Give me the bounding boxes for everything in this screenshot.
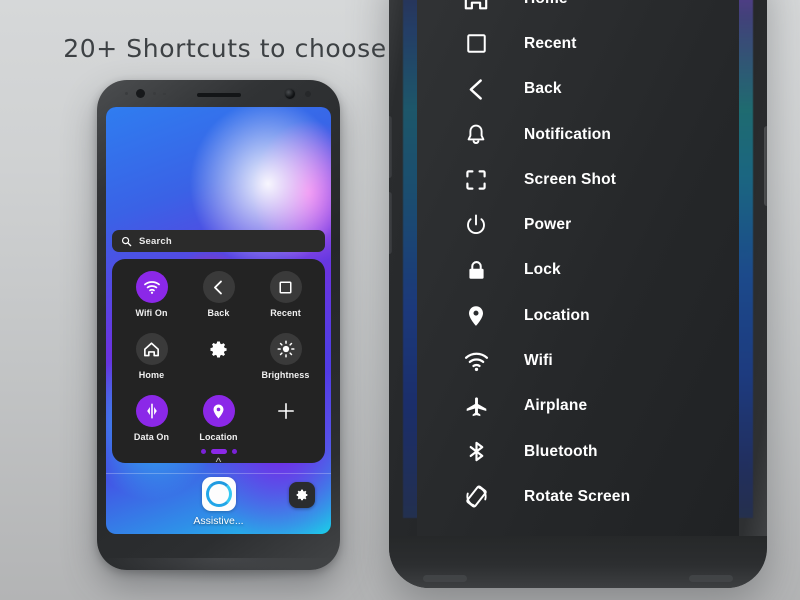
menu-item-label: Rotate Screen <box>524 487 631 505</box>
brightness-icon <box>269 333 302 365</box>
left-phone-top-bezel <box>97 80 340 107</box>
menu-item-home[interactable]: Home <box>417 0 739 21</box>
back-icon <box>461 77 491 102</box>
search-icon <box>121 236 132 246</box>
left-phone-mockup: Search Wifi On Back Recent Home Brightne… <box>97 80 340 584</box>
lock-icon <box>461 259 491 282</box>
menu-item-screen-shot[interactable]: Screen Shot <box>417 157 739 202</box>
shortcut-wifi-on[interactable]: Wifi On <box>118 271 185 329</box>
menu-item-location[interactable]: Location <box>417 293 739 338</box>
home-icon <box>461 0 491 12</box>
menu-item-back[interactable]: Back <box>417 67 739 112</box>
menu-item-label: Recent <box>524 34 577 52</box>
bell-icon <box>461 123 491 147</box>
settings-button[interactable] <box>289 482 315 508</box>
airplane-icon <box>461 394 491 419</box>
shortcut-label: Location <box>199 432 238 442</box>
shortcut-label: Data On <box>133 432 170 442</box>
menu-item-label: Screen Shot <box>524 170 617 188</box>
gear-icon <box>203 333 235 365</box>
recent-icon <box>461 32 491 55</box>
menu-item-label: Power <box>524 216 572 234</box>
left-phone-chin <box>97 534 340 570</box>
menu-item-label: Bluetooth <box>524 442 598 460</box>
search-input[interactable]: Search <box>112 230 325 252</box>
shortcuts-panel: Wifi On Back Recent Home Brightness Data… <box>112 259 325 463</box>
rotate-icon <box>461 484 491 509</box>
front-camera-icon <box>284 88 296 100</box>
search-placeholder: Search <box>139 235 172 247</box>
proximity-sensor-icon <box>136 89 145 98</box>
menu-item-label: Notification <box>524 125 612 143</box>
sensor-dot-icon <box>153 92 156 95</box>
shortcut-label: Recent <box>270 308 301 318</box>
wifi-icon <box>461 349 491 374</box>
shortcut-label: Wifi On <box>135 308 168 318</box>
sensor-dot-icon <box>163 92 166 95</box>
shortcut-label: Back <box>207 308 230 318</box>
back-icon <box>202 271 235 303</box>
wifi-icon <box>135 271 168 303</box>
home-icon <box>135 333 168 365</box>
shortcut-menu-list: Home Recent Back <box>417 0 739 520</box>
shortcut-home[interactable]: Home <box>118 333 185 391</box>
page-indicator[interactable] <box>112 449 325 454</box>
gear-icon <box>296 489 308 501</box>
power-icon <box>461 213 491 237</box>
right-phone-screen: Home Recent Back <box>417 0 739 536</box>
menu-item-label: Home <box>524 0 568 8</box>
sensor-dot-icon <box>305 91 311 97</box>
menu-item-label: Airplane <box>524 397 588 415</box>
shortcut-label: Brightness <box>261 370 310 380</box>
bluetooth-icon <box>461 440 491 463</box>
menu-item-label: Back <box>524 80 562 98</box>
page-dot[interactable] <box>200 449 206 454</box>
shortcuts-grid: Wifi On Back Recent Home Brightness Data… <box>118 271 319 453</box>
page-dot-active[interactable] <box>210 449 227 454</box>
shortcut-add[interactable] <box>252 395 319 453</box>
menu-item-recent[interactable]: Recent <box>417 21 739 66</box>
left-phone-screen: Search Wifi On Back Recent Home Brightne… <box>106 107 331 534</box>
location-icon <box>461 304 491 328</box>
power-button[interactable] <box>764 126 767 206</box>
menu-item-label: Lock <box>524 261 561 279</box>
bottom-pad <box>689 575 733 582</box>
shortcut-brightness[interactable]: Brightness <box>252 333 319 391</box>
shortcut-settings[interactable] <box>185 333 252 391</box>
shortcut-data-on[interactable]: Data On <box>118 395 185 453</box>
shortcut-back[interactable]: Back <box>185 271 252 329</box>
menu-item-rotate-screen[interactable]: Rotate Screen <box>417 474 739 519</box>
menu-item-lock[interactable]: Lock <box>417 248 739 293</box>
assistive-ring-icon[interactable] <box>201 477 236 511</box>
page-title: 20+ Shortcuts to choose <box>63 34 387 63</box>
recent-icon <box>269 271 302 303</box>
location-icon <box>202 395 235 427</box>
right-phone-mockup: Home Recent Back <box>389 0 767 588</box>
page-dot[interactable] <box>231 449 237 454</box>
right-phone-chin <box>389 536 767 588</box>
chevron-up-icon[interactable]: ^ <box>216 456 222 468</box>
menu-item-bluetooth[interactable]: Bluetooth <box>417 429 739 474</box>
menu-item-label: Location <box>524 306 590 324</box>
menu-item-label: Wifi <box>524 352 553 370</box>
shortcut-recent[interactable]: Recent <box>252 271 319 329</box>
shortcut-label: Home <box>138 370 165 380</box>
plus-icon <box>270 395 302 427</box>
shortcut-location[interactable]: Location <box>185 395 252 453</box>
home-dock: Assistive... <box>106 474 331 534</box>
ring-glyph <box>205 481 232 507</box>
bottom-pad <box>423 575 467 582</box>
sensor-dot-icon <box>125 92 128 95</box>
screenshot-icon <box>461 168 491 192</box>
menu-item-notification[interactable]: Notification <box>417 112 739 157</box>
menu-item-power[interactable]: Power <box>417 202 739 247</box>
menu-item-airplane[interactable]: Airplane <box>417 384 739 429</box>
earpiece-speaker <box>196 93 241 97</box>
data-icon <box>135 395 168 427</box>
volume-up-button[interactable] <box>389 116 392 178</box>
app-label: Assistive... <box>193 515 244 527</box>
volume-down-button[interactable] <box>389 192 392 254</box>
menu-item-wifi[interactable]: Wifi <box>417 338 739 383</box>
